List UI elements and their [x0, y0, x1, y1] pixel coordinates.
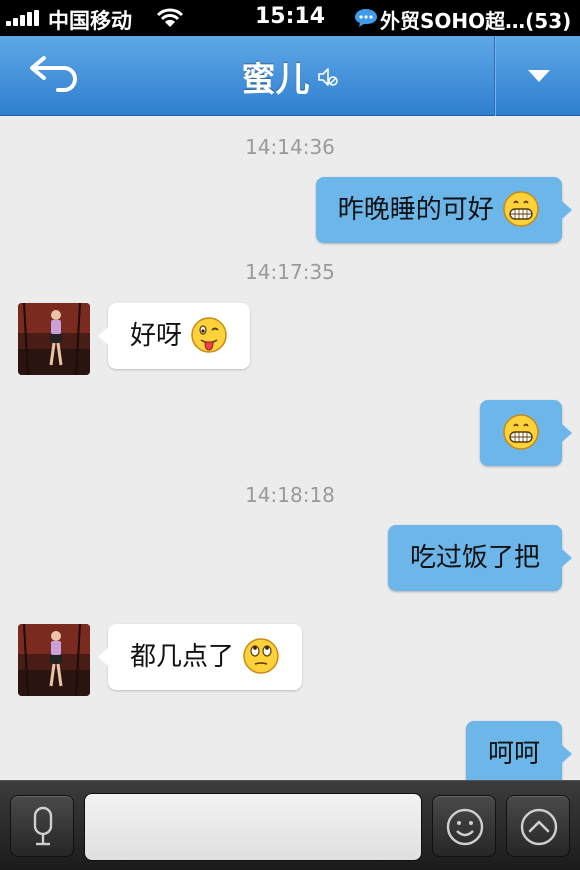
- contact-avatar[interactable]: [18, 303, 90, 375]
- outgoing-message-bubble[interactable]: [480, 400, 572, 466]
- message-timestamp: 14:17:35: [245, 260, 335, 284]
- message-text: 呵呵: [487, 739, 540, 769]
- message-text: 都几点了: [130, 642, 235, 672]
- message-text: 昨晚睡的可好: [337, 195, 494, 225]
- notification-text: 外贸SOHO超…(53): [380, 9, 572, 33]
- message-text: 吃过饭了把: [409, 543, 540, 573]
- contact-avatar[interactable]: [18, 624, 90, 696]
- outgoing-message-bubble[interactable]: 昨晚睡的可好: [315, 177, 573, 243]
- nav-bar: 蜜儿: [0, 36, 580, 116]
- mute-icon: [317, 67, 338, 86]
- outgoing-message-bubble[interactable]: 吃过饭了把: [387, 525, 573, 591]
- voice-input-button[interactable]: [10, 795, 74, 857]
- microphone-icon: [33, 806, 53, 846]
- incoming-message-bubble[interactable]: 都几点了: [97, 624, 303, 690]
- status-bar: 中国移动 15:14 外贸SOHO超…(53): [0, 0, 580, 36]
- grin-emoji-icon: [503, 190, 539, 227]
- chat-bubble-icon: [355, 9, 377, 27]
- outgoing-message-bubble[interactable]: 呵呵: [465, 721, 573, 780]
- chat-title: 蜜儿: [241, 60, 310, 100]
- message-timestamp: 14:14:36: [245, 135, 335, 159]
- emoji-picker-button[interactable]: [432, 795, 496, 857]
- chevron-up-icon: [520, 808, 558, 846]
- message-input[interactable]: [84, 793, 422, 861]
- chat-message-list[interactable]: 14:14:36 昨晚睡的可好 14:17:35 好呀 14:18:18 吃过饭…: [0, 117, 580, 780]
- grin-emoji-icon: [503, 413, 539, 450]
- dropdown-triangle-icon: [528, 70, 550, 82]
- eye-roll-emoji-icon: [243, 637, 280, 674]
- wink-tongue-emoji-icon: [191, 316, 228, 353]
- message-text: 好呀: [130, 321, 183, 351]
- smiley-icon: [446, 808, 484, 846]
- more-functions-button[interactable]: [506, 795, 570, 857]
- more-options-button[interactable]: [496, 36, 580, 116]
- message-timestamp: 14:18:18: [245, 483, 335, 507]
- message-input-bar: [0, 780, 580, 870]
- incoming-message-bubble[interactable]: 好呀: [97, 303, 251, 369]
